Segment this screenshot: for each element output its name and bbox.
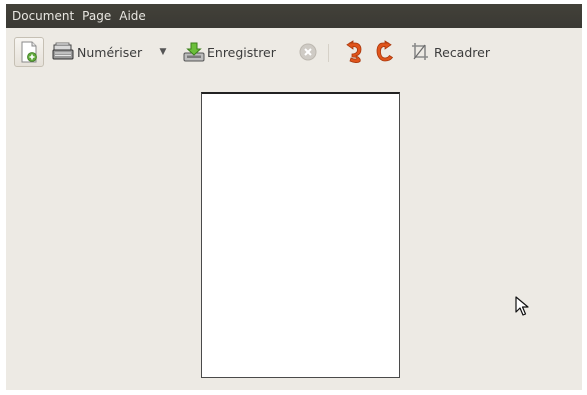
rotate-left-button[interactable] xyxy=(342,37,364,67)
page-preview[interactable] xyxy=(201,92,400,378)
new-document-button[interactable] xyxy=(14,37,44,67)
app-window: Document Page Aide Numériser ▼ Enregistr… xyxy=(6,4,582,390)
rotate-right-icon xyxy=(376,40,394,62)
scan-options-dropdown[interactable]: ▼ xyxy=(156,37,170,67)
save-button[interactable]: Enregistrer xyxy=(183,37,276,67)
stop-icon xyxy=(299,43,317,61)
save-icon xyxy=(183,42,205,62)
stop-button[interactable] xyxy=(298,37,318,67)
scan-button[interactable]: Numériser xyxy=(52,37,142,67)
toolbar-separator xyxy=(328,44,329,62)
toolbar: Numériser ▼ Enregistrer Recadrer xyxy=(6,34,582,70)
rotate-right-button[interactable] xyxy=(374,37,396,67)
new-document-icon xyxy=(21,41,37,63)
menu-page[interactable]: Page xyxy=(77,4,114,28)
scan-label: Numériser xyxy=(77,44,143,60)
chevron-down-icon: ▼ xyxy=(159,47,167,57)
crop-button[interactable]: Recadrer xyxy=(411,37,490,67)
rotate-left-icon xyxy=(346,40,362,63)
crop-icon xyxy=(412,43,428,60)
menu-document[interactable]: Document xyxy=(6,4,77,28)
crop-label: Recadrer xyxy=(434,44,490,60)
menu-aide[interactable]: Aide xyxy=(114,4,149,28)
mouse-pointer-icon xyxy=(515,296,529,320)
save-label: Enregistrer xyxy=(207,44,276,60)
menubar: Document Page Aide xyxy=(6,4,582,28)
scanner-icon xyxy=(52,42,74,60)
